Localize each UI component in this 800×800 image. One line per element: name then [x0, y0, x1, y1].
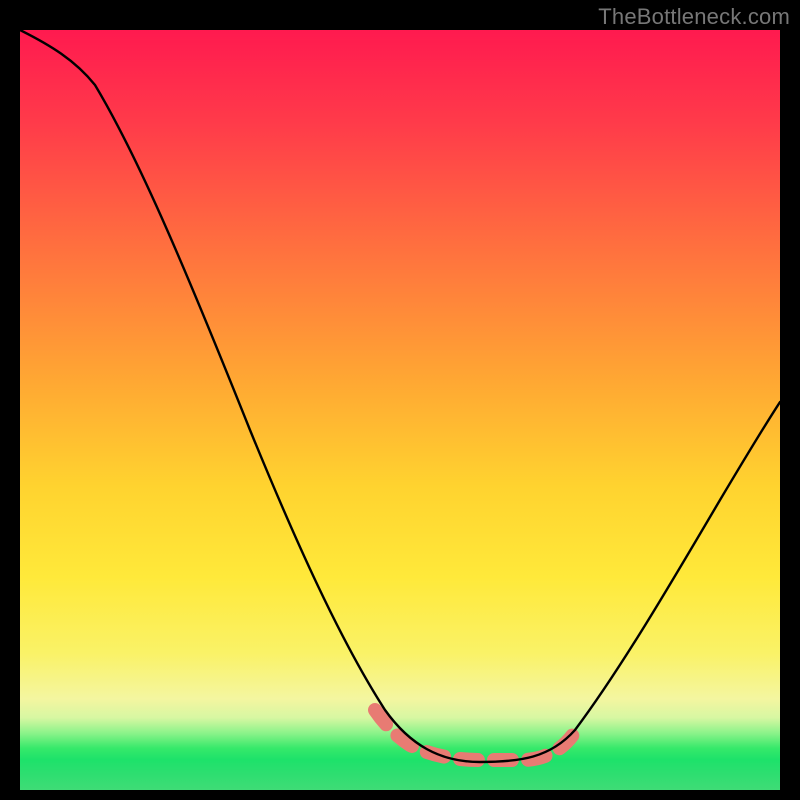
chart-stage: TheBottleneck.com — [0, 0, 800, 800]
bottleneck-curve — [20, 30, 780, 762]
plot-area — [20, 30, 780, 790]
curve-layer — [20, 30, 780, 790]
watermark-text: TheBottleneck.com — [598, 4, 790, 30]
